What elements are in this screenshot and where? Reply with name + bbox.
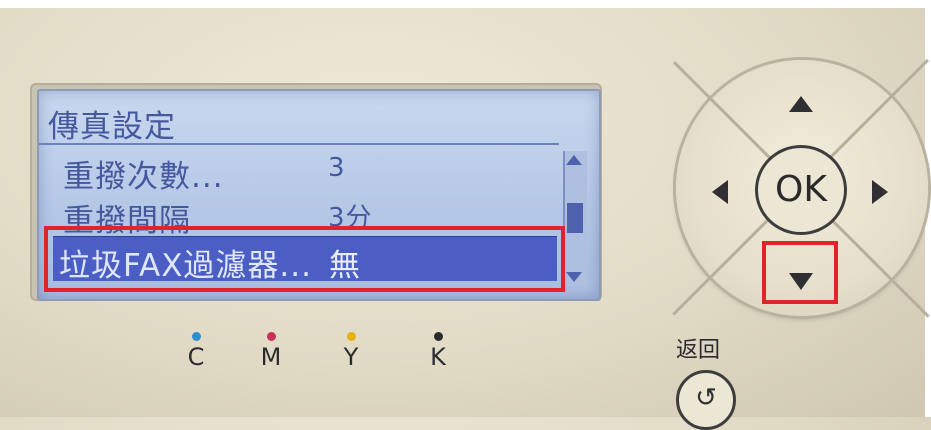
ink-letter: C <box>187 343 205 371</box>
menu-item-redial-count[interactable]: 重撥次數... 3 <box>53 151 548 195</box>
scroll-up-icon <box>566 155 582 165</box>
menu-item-value: 3 <box>328 153 346 183</box>
arrow-left-icon[interactable] <box>712 180 728 204</box>
arrow-up-icon[interactable] <box>789 96 813 112</box>
ink-indicator-y: Y <box>331 332 371 371</box>
ink-dot-icon <box>346 332 356 341</box>
ink-indicator-k: K <box>418 332 458 371</box>
back-arrow-icon: ↺ <box>695 383 717 413</box>
ink-dot-icon <box>266 332 276 341</box>
scroll-down-icon <box>566 272 582 282</box>
ink-dot-icon <box>433 332 443 341</box>
ink-indicator-m: M <box>251 332 291 371</box>
ink-dot-icon <box>191 332 201 341</box>
lcd-title-divider <box>39 143 559 145</box>
ink-indicator-c: C <box>176 332 216 371</box>
ink-letter: K <box>430 343 446 371</box>
lcd-title: 傳真設定 <box>48 109 176 145</box>
annotation-highlight-menu-item <box>44 226 565 292</box>
back-label: 返回 <box>676 338 721 363</box>
menu-item-label: 重撥次數... <box>63 159 224 195</box>
ink-letter: Y <box>343 343 359 371</box>
scroll-thumb <box>567 203 583 233</box>
arrow-right-icon[interactable] <box>872 180 888 204</box>
back-button[interactable]: ↺ <box>676 370 736 430</box>
ink-letter: M <box>260 343 282 371</box>
image-edge-top <box>0 0 931 8</box>
annotation-highlight-down-button <box>762 241 838 304</box>
ok-button[interactable]: OK <box>755 145 847 235</box>
